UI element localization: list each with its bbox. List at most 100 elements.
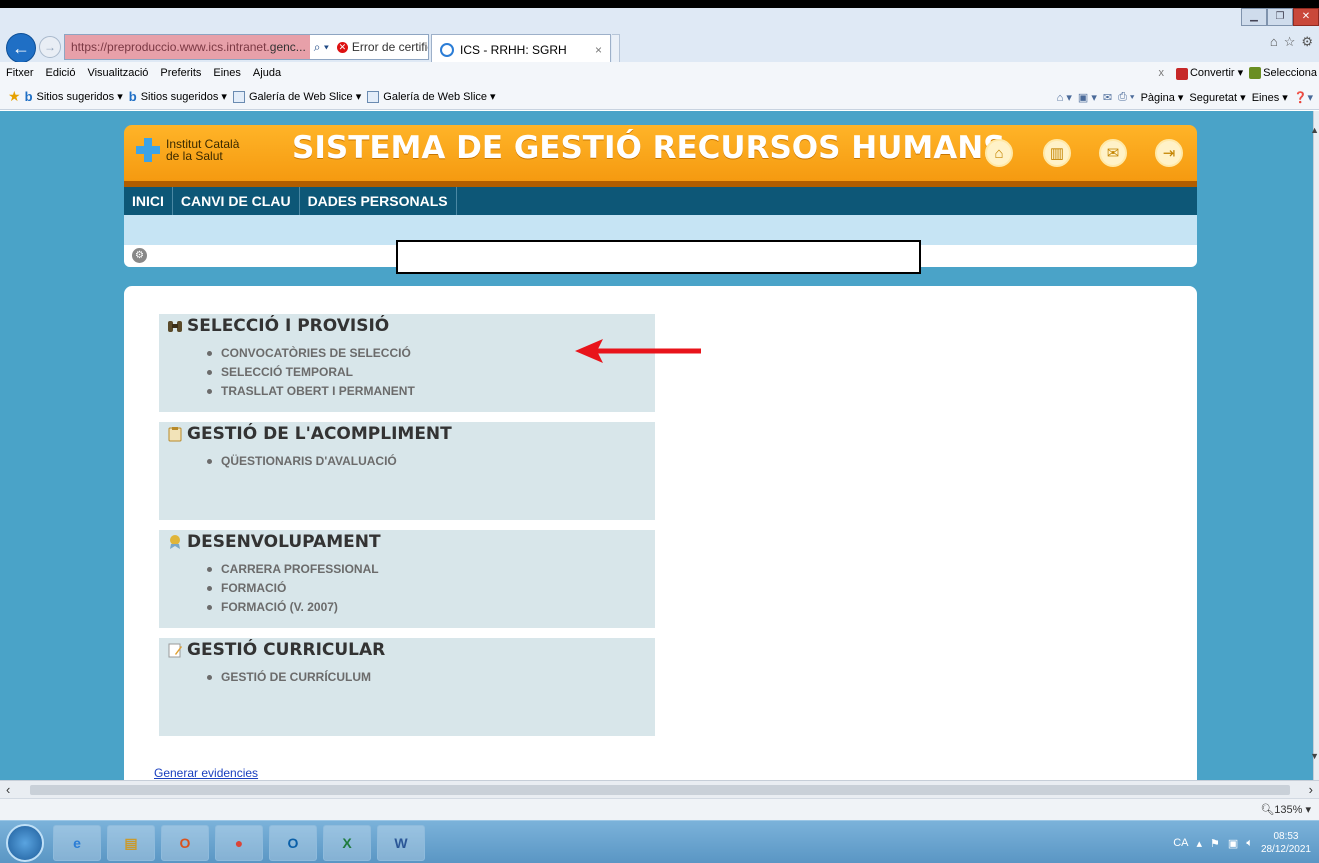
- close-toolbar-button[interactable]: x: [1158, 67, 1164, 79]
- system-tray: CA ▴ ⚑ ▣ 🔈︎ 08:53 28/12/2021: [1173, 825, 1311, 861]
- favorite-web-slice-2[interactable]: Galería de Web Slice ▾: [367, 90, 496, 103]
- nav-inici[interactable]: INICI: [124, 187, 173, 215]
- favorite-web-slice-1[interactable]: Galería de Web Slice ▾: [232, 90, 361, 103]
- section-gestio-acompliment: GESTIÓ DE L'ACOMPLIMENT QÜESTIONARIS D'A…: [159, 422, 655, 520]
- clock[interactable]: 08:53 28/12/2021: [1261, 830, 1311, 856]
- binoculars-icon: [168, 321, 182, 332]
- tab-close-icon[interactable]: ×: [595, 43, 602, 57]
- horizontal-scrollbar[interactable]: ‹ ›: [0, 780, 1319, 798]
- favorite-sitios-sugeridos-1[interactable]: b Sitios sugeridos ▾: [25, 89, 123, 104]
- link-convocatories-de-seleccio[interactable]: CONVOCATÒRIES DE SELECCIÓ: [207, 344, 415, 363]
- scroll-up-icon[interactable]: ▲: [1310, 125, 1319, 135]
- mail-icon[interactable]: ✉: [1099, 139, 1127, 167]
- new-tab-button[interactable]: [612, 34, 620, 64]
- page-viewport: Institut Català de la Salut SISTEMA DE G…: [0, 111, 1313, 780]
- menu-favorites[interactable]: Preferits: [154, 67, 207, 79]
- mail-icon[interactable]: ✉: [1103, 91, 1112, 104]
- internet-explorer-icon[interactable]: e: [53, 825, 101, 861]
- ics-logo[interactable]: Institut Català de la Salut: [136, 138, 239, 162]
- nav-canvi-de-clau[interactable]: CANVI DE CLAU: [173, 187, 300, 215]
- menu-view[interactable]: Visualització: [81, 67, 154, 79]
- cross-logo-icon: [136, 138, 160, 162]
- start-button[interactable]: [6, 824, 44, 862]
- book-icon[interactable]: ▥: [1043, 139, 1071, 167]
- back-button[interactable]: ←: [6, 33, 36, 63]
- address-bar[interactable]: https://preproduccio.www.ics.intranet. ge…: [64, 34, 429, 60]
- favorites-star-icon[interactable]: ★: [8, 88, 21, 105]
- convert-button[interactable]: Convertir ▾: [1175, 66, 1243, 80]
- error-icon: ✕: [336, 41, 348, 53]
- excel-icon[interactable]: X: [323, 825, 371, 861]
- link-formacio[interactable]: FORMACIÓ: [207, 579, 379, 598]
- minimize-button[interactable]: ▁: [1241, 8, 1267, 26]
- scroll-thumb[interactable]: [30, 785, 1290, 795]
- web-slice-icon: [367, 90, 380, 103]
- menu-tools[interactable]: Eines: [207, 67, 247, 79]
- rss-icon[interactable]: ▣ ▾: [1078, 91, 1097, 104]
- window-top-edge: [0, 0, 1319, 8]
- link-formacio-2007[interactable]: FORMACIÓ (V. 2007): [207, 598, 379, 617]
- certificate-error-button[interactable]: ✕Error de certificat: [333, 40, 428, 54]
- help-icon[interactable]: ❓▾: [1294, 91, 1313, 104]
- tools-menu[interactable]: Eines ▾: [1252, 91, 1288, 104]
- generar-evidencies-link[interactable]: Generar evidencies: [154, 766, 258, 780]
- logout-icon[interactable]: ⇥: [1155, 139, 1183, 167]
- volume-icon[interactable]: 🔈︎: [1246, 837, 1253, 850]
- show-hidden-icons-icon[interactable]: ▴: [1197, 837, 1203, 850]
- browser-tab-row: ← → https://preproduccio.www.ics.intrane…: [0, 8, 1319, 64]
- redacted-user-box: [396, 240, 921, 274]
- main-content: SELECCIÓ I PROVISIÓ CONVOCATÒRIES DE SEL…: [124, 286, 1197, 780]
- page-menu[interactable]: Pàgina ▾: [1141, 91, 1184, 104]
- section-links: GESTIÓ DE CURRÍCULUM: [207, 668, 371, 687]
- favorites-star-icon[interactable]: ☆: [1284, 34, 1296, 50]
- file-explorer-icon[interactable]: ▤: [107, 825, 155, 861]
- word-icon[interactable]: W: [377, 825, 425, 861]
- address-url[interactable]: https://preproduccio.www.ics.intranet. ge…: [65, 35, 310, 59]
- scroll-down-icon[interactable]: ▼: [1310, 751, 1319, 761]
- section-title[interactable]: SELECCIÓ I PROVISIÓ: [187, 316, 389, 336]
- gear-icon[interactable]: ⚙: [132, 248, 147, 263]
- home-icon[interactable]: ⌂ ▾: [1057, 91, 1072, 104]
- action-center-flag-icon[interactable]: ⚑: [1210, 837, 1220, 850]
- status-bar: 🔍︎135% ▾: [0, 798, 1319, 820]
- bing-icon: b: [128, 89, 137, 104]
- link-questionaris-avaluacio[interactable]: QÜESTIONARIS D'AVALUACIÓ: [207, 452, 397, 471]
- section-title[interactable]: DESENVOLUPAMENT: [187, 532, 381, 552]
- chrome-icon[interactable]: ●: [215, 825, 263, 861]
- vertical-scrollbar[interactable]: ▲ ▼: [1310, 111, 1319, 780]
- forward-button[interactable]: →: [39, 36, 61, 58]
- close-window-button[interactable]: ✕: [1293, 8, 1319, 26]
- office-icon[interactable]: O: [161, 825, 209, 861]
- network-icon[interactable]: ▣: [1228, 837, 1238, 850]
- menu-bar: Fitxer Edició Visualització Preferits Ei…: [0, 62, 1319, 84]
- search-icon[interactable]: ⌕ ▾: [310, 40, 333, 55]
- favorite-sitios-sugeridos-2[interactable]: b Sitios sugeridos ▾: [129, 89, 227, 104]
- menu-edit[interactable]: Edició: [40, 67, 82, 79]
- print-icon[interactable]: ⎙ ▾: [1118, 91, 1134, 104]
- pdf-icon: [1175, 67, 1188, 80]
- link-trasllat-obert[interactable]: TRASLLAT OBERT I PERMANENT: [207, 382, 415, 401]
- safety-menu[interactable]: Seguretat ▾: [1189, 91, 1245, 104]
- tab-ics-rrhh[interactable]: ICS - RRHH: SGRH ×: [431, 34, 611, 64]
- link-seleccio-temporal[interactable]: SELECCIÓ TEMPORAL: [207, 363, 415, 382]
- section-title[interactable]: GESTIÓ CURRICULAR: [187, 640, 385, 660]
- award-icon: [170, 535, 180, 549]
- link-carrera-professional[interactable]: CARRERA PROFESSIONAL: [207, 560, 379, 579]
- menu-file[interactable]: Fitxer: [0, 67, 40, 79]
- link-gestio-curriculum[interactable]: GESTIÓ DE CURRÍCULUM: [207, 668, 371, 687]
- maximize-button[interactable]: ❐: [1267, 8, 1293, 26]
- bing-icon: b: [24, 89, 33, 104]
- scroll-left-icon[interactable]: ‹: [6, 782, 10, 797]
- settings-gear-icon[interactable]: ⚙: [1301, 34, 1313, 50]
- section-title[interactable]: GESTIÓ DE L'ACOMPLIMENT: [187, 424, 452, 444]
- scroll-right-icon[interactable]: ›: [1309, 782, 1313, 797]
- outlook-icon[interactable]: O: [269, 825, 317, 861]
- home-icon[interactable]: ⌂: [985, 139, 1013, 167]
- language-indicator[interactable]: CA: [1173, 837, 1188, 849]
- nav-dades-personals[interactable]: DADES PERSONALS: [300, 187, 457, 215]
- home-icon[interactable]: ⌂: [1270, 34, 1278, 50]
- zoom-control[interactable]: 🔍︎135% ▾: [1260, 803, 1311, 816]
- menubar-addons: x Convertir ▾ Selecciona: [1158, 62, 1319, 84]
- menu-help[interactable]: Ajuda: [247, 67, 287, 79]
- select-button[interactable]: Selecciona: [1249, 67, 1317, 80]
